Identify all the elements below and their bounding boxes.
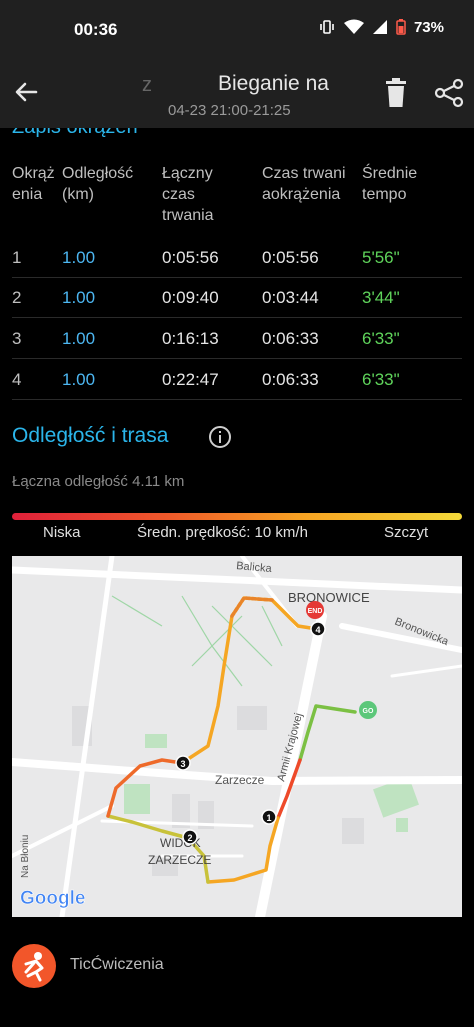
svg-text:4: 4 <box>315 625 320 635</box>
col-header-distance: Odległość (km) <box>62 165 134 203</box>
svg-text:1: 1 <box>266 813 271 823</box>
lap-number: 1 <box>12 248 22 267</box>
lap-total-time: 0:22:47 <box>162 370 219 389</box>
page-subtitle: 04-23 21:00-21:25 <box>168 102 291 119</box>
total-distance: Łączna odległość 4.11 km <box>12 473 185 490</box>
svg-text:2: 2 <box>187 833 192 843</box>
lap-pace: 6'33" <box>362 329 400 348</box>
main-content[interactable]: Zapis okrążeń Okrąż enia Odległość (km) … <box>0 128 474 1027</box>
map-street-label: Balicka <box>236 560 273 575</box>
speed-peak-label: Szczyt <box>384 524 429 541</box>
vibrate-icon <box>320 20 334 34</box>
col-header-lap-time: Czas trwani aokrążenia <box>262 165 346 203</box>
route-marker-3: 3 <box>175 755 191 771</box>
lap-total-time: 0:05:56 <box>162 248 219 267</box>
lap-total-time: 0:16:13 <box>162 329 219 348</box>
route-end-marker: END <box>306 601 324 619</box>
map-park <box>145 734 167 748</box>
map-street-label: Zarzecze <box>215 773 265 787</box>
status-bar: 00:36 73% <box>0 0 474 62</box>
row-divider <box>12 358 462 359</box>
signal-icon <box>372 20 387 34</box>
trash-icon[interactable] <box>382 78 410 108</box>
route-marker-2: 2 <box>182 829 198 845</box>
svg-text:GO: GO <box>363 708 374 715</box>
status-icons: 73% <box>318 18 444 36</box>
lap-pace: 5'56" <box>362 248 400 267</box>
col-header-total-time: Łączny czas trwania <box>162 165 214 224</box>
lap-distance: 1.00 <box>62 329 96 348</box>
lap-pace: 3'44" <box>362 288 400 307</box>
lap-number: 3 <box>12 329 22 348</box>
footer-app-name: TicĆwiczenia <box>70 956 164 973</box>
status-time: 00:36 <box>74 20 118 39</box>
lap-number: 2 <box>12 288 22 307</box>
route-marker-4: 4 <box>310 621 326 637</box>
map-district-label: ZARZECZE <box>148 853 211 867</box>
lap-distance: 1.00 <box>62 248 96 267</box>
battery-icon <box>396 19 406 35</box>
speed-average-label: Średn. prędkość: 10 km/h <box>137 524 308 541</box>
row-divider <box>12 317 462 318</box>
share-icon[interactable] <box>434 78 464 108</box>
table-row: 4 1.00 0:22:47 0:06:33 6'33" <box>0 360 474 400</box>
col-header-pace: Średnie tempo <box>362 165 418 203</box>
row-divider <box>12 399 462 400</box>
map-park <box>396 818 408 832</box>
map-park <box>124 784 150 814</box>
title-ghost: z <box>142 74 152 96</box>
lap-time: 0:05:56 <box>262 248 319 267</box>
route-map[interactable]: Balicka BRONOWICE Bronowicka Armii Krajo… <box>12 556 462 917</box>
col-header-lap: Okrąż enia <box>12 165 55 203</box>
svg-text:END: END <box>308 608 323 615</box>
svg-text:3: 3 <box>180 759 185 769</box>
map-canvas: Balicka BRONOWICE Bronowicka Armii Krajo… <box>12 556 462 917</box>
speed-gradient-bar <box>12 513 462 520</box>
lap-total-time: 0:09:40 <box>162 288 219 307</box>
google-logo: Google <box>20 888 85 909</box>
table-row: 2 1.00 0:09:40 0:03:44 3'44" <box>0 278 474 318</box>
lap-number: 4 <box>12 370 22 389</box>
app-logo-icon <box>12 944 56 988</box>
map-street-label: Na Błoniu <box>20 835 31 878</box>
back-arrow-icon[interactable] <box>10 76 42 108</box>
page-title: Bieganie na <box>218 72 329 95</box>
lap-distance: 1.00 <box>62 288 96 307</box>
lap-time: 0:03:44 <box>262 288 319 307</box>
map-district-label: BRONOWICE <box>288 590 370 605</box>
table-row: 1 1.00 0:05:56 0:05:56 5'56" <box>0 238 474 278</box>
wifi-icon <box>343 19 364 34</box>
lap-pace: 6'33" <box>362 370 400 389</box>
app-bar: z Bieganie na 04-23 21:00-21:25 <box>0 62 474 128</box>
info-icon[interactable] <box>208 425 232 449</box>
battery-level: 73% <box>413 18 444 36</box>
lap-time: 0:06:33 <box>262 329 319 348</box>
table-row: 3 1.00 0:16:13 0:06:33 6'33" <box>0 319 474 359</box>
lap-time: 0:06:33 <box>262 370 319 389</box>
route-section-title: Odległość i trasa <box>12 424 169 447</box>
route-start-marker: GO <box>359 701 377 719</box>
route-marker-1: 1 <box>261 809 277 825</box>
map-trails <box>111 595 283 687</box>
speed-low-label: Niska <box>43 524 81 541</box>
lap-distance: 1.00 <box>62 370 96 389</box>
laps-heading: Zapis okrążeń <box>12 128 138 139</box>
